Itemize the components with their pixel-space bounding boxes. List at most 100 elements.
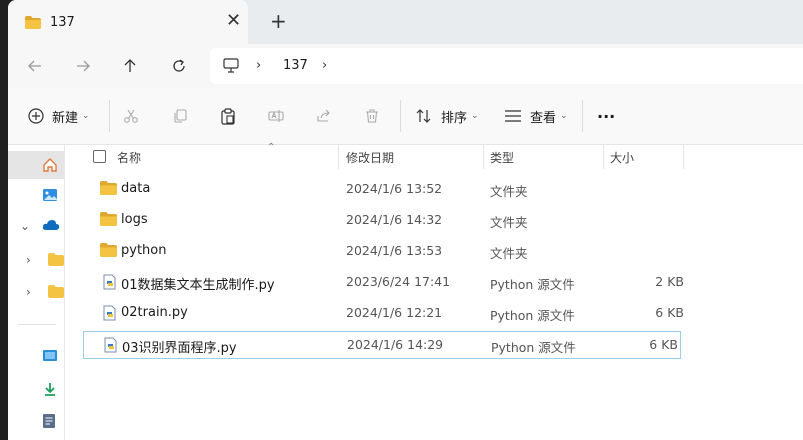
file-row-py[interactable]: 01数据集文本生成制作.py 2023/6/24 17:41 Python 源文… [82, 268, 686, 296]
folder-icon [100, 212, 117, 230]
clipboard-icon [221, 107, 235, 125]
file-name: 01数据集文本生成制作.py [121, 278, 275, 293]
new-label: 新建 [52, 110, 79, 126]
file-modified: 2024/1/6 14:32 [346, 212, 443, 227]
tab-137[interactable]: 137 ✕ [8, 0, 248, 44]
column-header-row: ⌃ 名称 修改日期 类型 大小 [65, 142, 803, 169]
nav-item-home[interactable] [8, 151, 64, 179]
nav-item-documents[interactable] [8, 407, 64, 435]
breadcrumb-separator[interactable]: › [256, 58, 261, 73]
share-icon [317, 109, 330, 122]
gallery-icon [42, 187, 58, 207]
up-button[interactable] [116, 52, 144, 80]
paste-button[interactable] [220, 104, 236, 128]
file-name: python [121, 243, 167, 258]
view-lines-icon [505, 110, 521, 122]
toolbar-divider [400, 100, 401, 132]
copy-button[interactable] [172, 104, 188, 128]
column-divider[interactable] [338, 145, 339, 169]
arrow-right-icon [77, 60, 90, 72]
nav-item-gallery[interactable] [8, 181, 64, 209]
download-icon [42, 381, 58, 401]
delete-button[interactable] [364, 104, 380, 128]
file-size: 6 KB [649, 337, 678, 352]
column-header-name[interactable]: 名称 [117, 149, 141, 166]
file-modified: 2024/1/6 13:52 [346, 181, 443, 196]
file-modified: 2024/1/6 13:53 [346, 243, 443, 258]
folder-icon [48, 285, 64, 302]
column-divider[interactable] [683, 145, 684, 169]
file-type: Python 源文件 [491, 340, 576, 355]
python-file-icon [103, 305, 116, 325]
document-icon [42, 413, 56, 433]
file-type: 文件夹 [490, 184, 528, 199]
breadcrumb-item-137[interactable]: 137 [283, 58, 308, 73]
close-icon[interactable]: ✕ [226, 12, 241, 30]
plus-circle-icon [28, 108, 44, 124]
column-header-size[interactable]: 大小 [610, 149, 634, 166]
file-modified: 2024/1/6 12:21 [346, 305, 443, 320]
address-bar[interactable]: › 137 › [210, 48, 803, 84]
file-row-python[interactable]: python 2024/1/6 13:53 文件夹 [82, 237, 686, 265]
trash-icon [366, 109, 378, 123]
nav-item-folder[interactable]: › [8, 247, 64, 275]
share-button[interactable] [316, 104, 332, 128]
chevron-down-icon: ⌄ [560, 111, 568, 121]
nav-item-folder[interactable]: › [8, 279, 64, 307]
file-row-selected[interactable]: 03识别界面程序.py 2024/1/6 14:29 Python 源文件 6 … [83, 331, 681, 359]
rename-icon [268, 110, 284, 122]
nav-item-onedrive[interactable]: ⌄ [8, 213, 64, 241]
sort-icon [416, 109, 431, 123]
back-button[interactable] [21, 52, 49, 80]
file-size: 2 KB [655, 274, 684, 289]
cloud-icon [42, 219, 60, 235]
navigation-bar: › 137 › [8, 44, 803, 88]
column-header-type[interactable]: 类型 [490, 149, 514, 166]
folder-icon [100, 181, 117, 199]
file-name: 02train.py [121, 305, 188, 320]
sort-up-indicator-icon: ⌃ [267, 142, 276, 153]
view-label: 查看 [530, 110, 557, 126]
column-divider[interactable] [603, 145, 604, 169]
more-options-button[interactable]: ··· [597, 104, 615, 128]
file-row-logs[interactable]: logs 2024/1/6 14:32 文件夹 [82, 206, 686, 234]
tab-title: 137 [50, 15, 75, 30]
arrow-left-icon [28, 60, 41, 72]
tab-strip: 137 ✕ + [8, 0, 803, 44]
arrow-up-icon [124, 59, 136, 72]
nav-item-downloads[interactable] [8, 375, 64, 403]
column-header-modified[interactable]: 修改日期 [346, 149, 394, 166]
chevron-down-icon[interactable]: ⌄ [20, 219, 30, 233]
computer-icon [223, 58, 239, 77]
content-area: ⌄ › › ⌃ 名称 修改日期 类型 大小 data 2024/1/6 13:5… [8, 142, 803, 440]
file-name: logs [121, 212, 148, 227]
file-type: 文件夹 [490, 215, 528, 230]
chevron-down-icon: ⌄ [471, 111, 479, 121]
refresh-icon [173, 59, 185, 72]
refresh-button[interactable] [165, 52, 193, 80]
file-row-py[interactable]: 02train.py 2024/1/6 12:21 Python 源文件 6 K… [82, 299, 686, 327]
folder-icon [100, 243, 117, 261]
home-icon [42, 157, 58, 177]
file-size: 6 KB [655, 305, 684, 320]
sort-button[interactable]: 排序 ⌄ [415, 104, 479, 128]
file-type: Python 源文件 [490, 308, 575, 323]
chevron-right-icon[interactable]: › [26, 285, 31, 299]
cut-button[interactable] [123, 104, 139, 128]
file-row-data[interactable]: data 2024/1/6 13:52 文件夹 [82, 175, 686, 203]
rename-button[interactable] [268, 104, 284, 128]
chevron-right-icon[interactable]: › [26, 253, 31, 267]
select-all-checkbox[interactable] [93, 150, 106, 163]
column-divider[interactable] [483, 145, 484, 169]
view-button[interactable]: 查看 ⌄ [504, 104, 568, 128]
breadcrumb-separator[interactable]: › [322, 58, 327, 73]
file-name: data [121, 181, 151, 196]
new-button[interactable]: 新建 ⌄ [28, 104, 90, 128]
sort-label: 排序 [441, 110, 468, 126]
new-tab-button[interactable]: + [270, 11, 287, 31]
forward-button[interactable] [69, 52, 97, 80]
scissors-icon [124, 109, 138, 123]
folder-icon [25, 16, 41, 33]
nav-divider [18, 324, 56, 325]
nav-item-desktop[interactable] [8, 343, 64, 371]
